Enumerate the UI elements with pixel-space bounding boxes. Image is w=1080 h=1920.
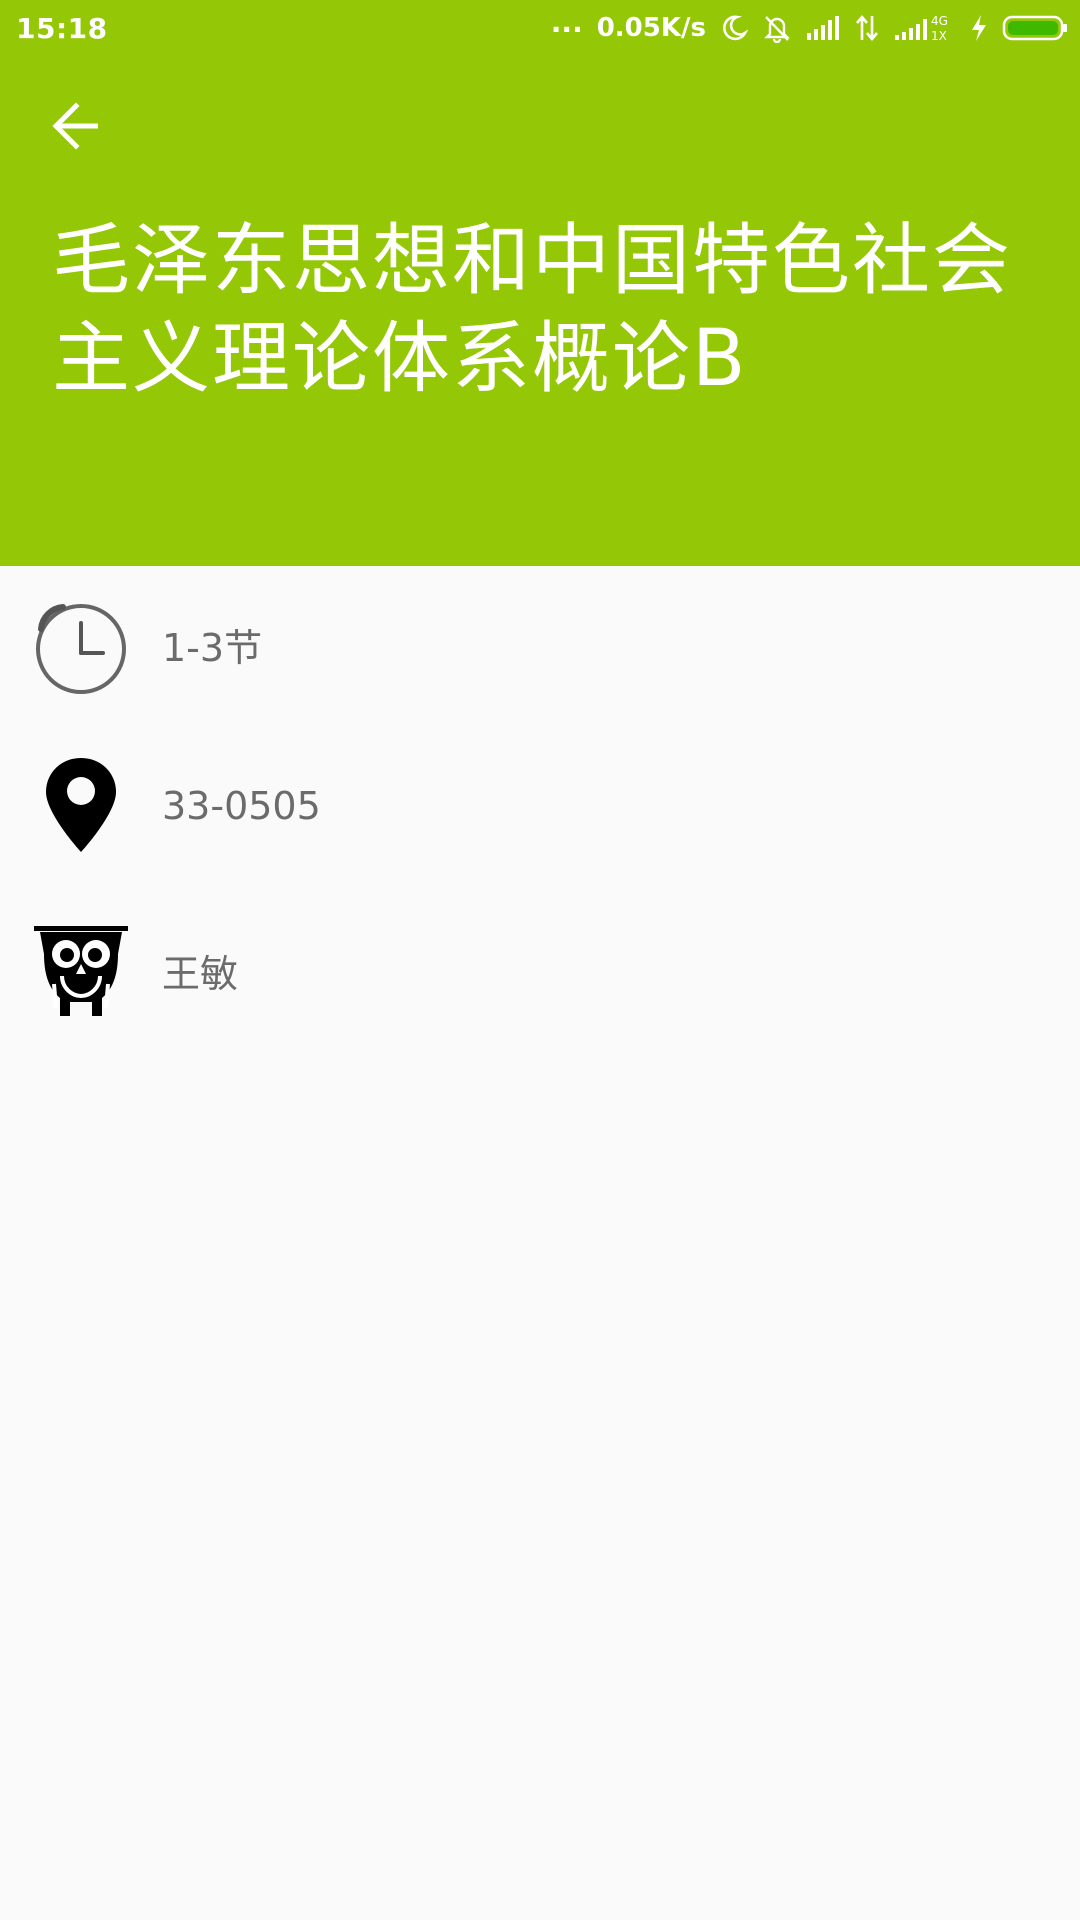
- data-arrows-icon: [854, 14, 880, 42]
- battery-icon: [1002, 14, 1068, 42]
- status-dots: ...: [550, 6, 583, 39]
- status-icons: ... 0.05K/s 4G 1X: [550, 6, 1068, 46]
- teacher-name: 王敏: [162, 952, 239, 996]
- signal-4g-icon: 4G 1X: [894, 13, 956, 43]
- arrow-left-icon: [50, 102, 102, 154]
- status-time: 15:18: [16, 12, 108, 45]
- class-period: 1-3节: [162, 626, 263, 670]
- charging-icon: [970, 14, 988, 42]
- status-bar: 15:18 ... 0.05K/s 4G 1X: [0, 0, 1080, 56]
- network-label-1x: 1X: [931, 29, 947, 43]
- signal-icon: [806, 15, 840, 41]
- classroom: 33-0505: [162, 784, 321, 828]
- owl-teacher-icon: [32, 924, 130, 1022]
- bell-off-icon: [762, 13, 792, 43]
- back-button[interactable]: [40, 92, 112, 164]
- moon-icon: [720, 14, 748, 42]
- network-speed: 0.05K/s: [596, 13, 706, 43]
- course-title: 毛泽东思想和中国特色社会主义理论体系概论B: [52, 216, 1013, 404]
- map-pin-icon: [32, 756, 130, 854]
- course-header: 15:18 ... 0.05K/s 4G 1X 毛泽东思想和中国特色社会主义理论…: [0, 0, 1080, 566]
- detail-row-teacher: 王敏: [0, 924, 1080, 1034]
- detail-row-location: 33-0505: [0, 756, 1080, 866]
- clock-icon: [32, 598, 130, 696]
- detail-row-time: 1-3节: [0, 598, 1080, 708]
- network-label-4g: 4G: [931, 14, 948, 28]
